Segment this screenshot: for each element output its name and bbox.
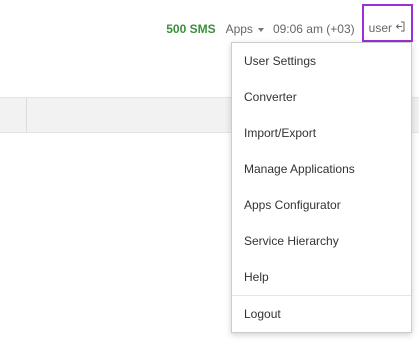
sign-out-icon [395,21,405,35]
user-dropdown-menu: User Settings Converter Import/Export Ma… [231,42,412,333]
user-menu-toggle[interactable]: user [361,4,413,42]
menu-item-apps-configurator[interactable]: Apps Configurator [232,187,411,223]
menu-item-logout[interactable]: Logout [232,296,411,332]
user-name: user [368,20,392,35]
menu-item-help[interactable]: Help [232,259,411,295]
apps-menu-toggle[interactable]: Apps [226,22,264,36]
strip-divider [26,98,27,132]
chevron-down-icon [257,28,264,32]
navbar-right: 500 SMS Apps 09:06 am (+03) user [166,4,413,42]
menu-item-manage-applications[interactable]: Manage Applications [232,151,411,187]
sms-balance[interactable]: 500 SMS [166,22,215,36]
page: 500 SMS Apps 09:06 am (+03) user User Se… [0,0,419,341]
menu-item-import-export[interactable]: Import/Export [232,115,411,151]
clock: 09:06 am (+03) [272,22,355,36]
menu-item-user-settings[interactable]: User Settings [232,43,411,79]
apps-label: Apps [225,22,253,36]
menu-item-service-hierarchy[interactable]: Service Hierarchy [232,223,411,259]
menu-item-converter[interactable]: Converter [232,79,411,115]
